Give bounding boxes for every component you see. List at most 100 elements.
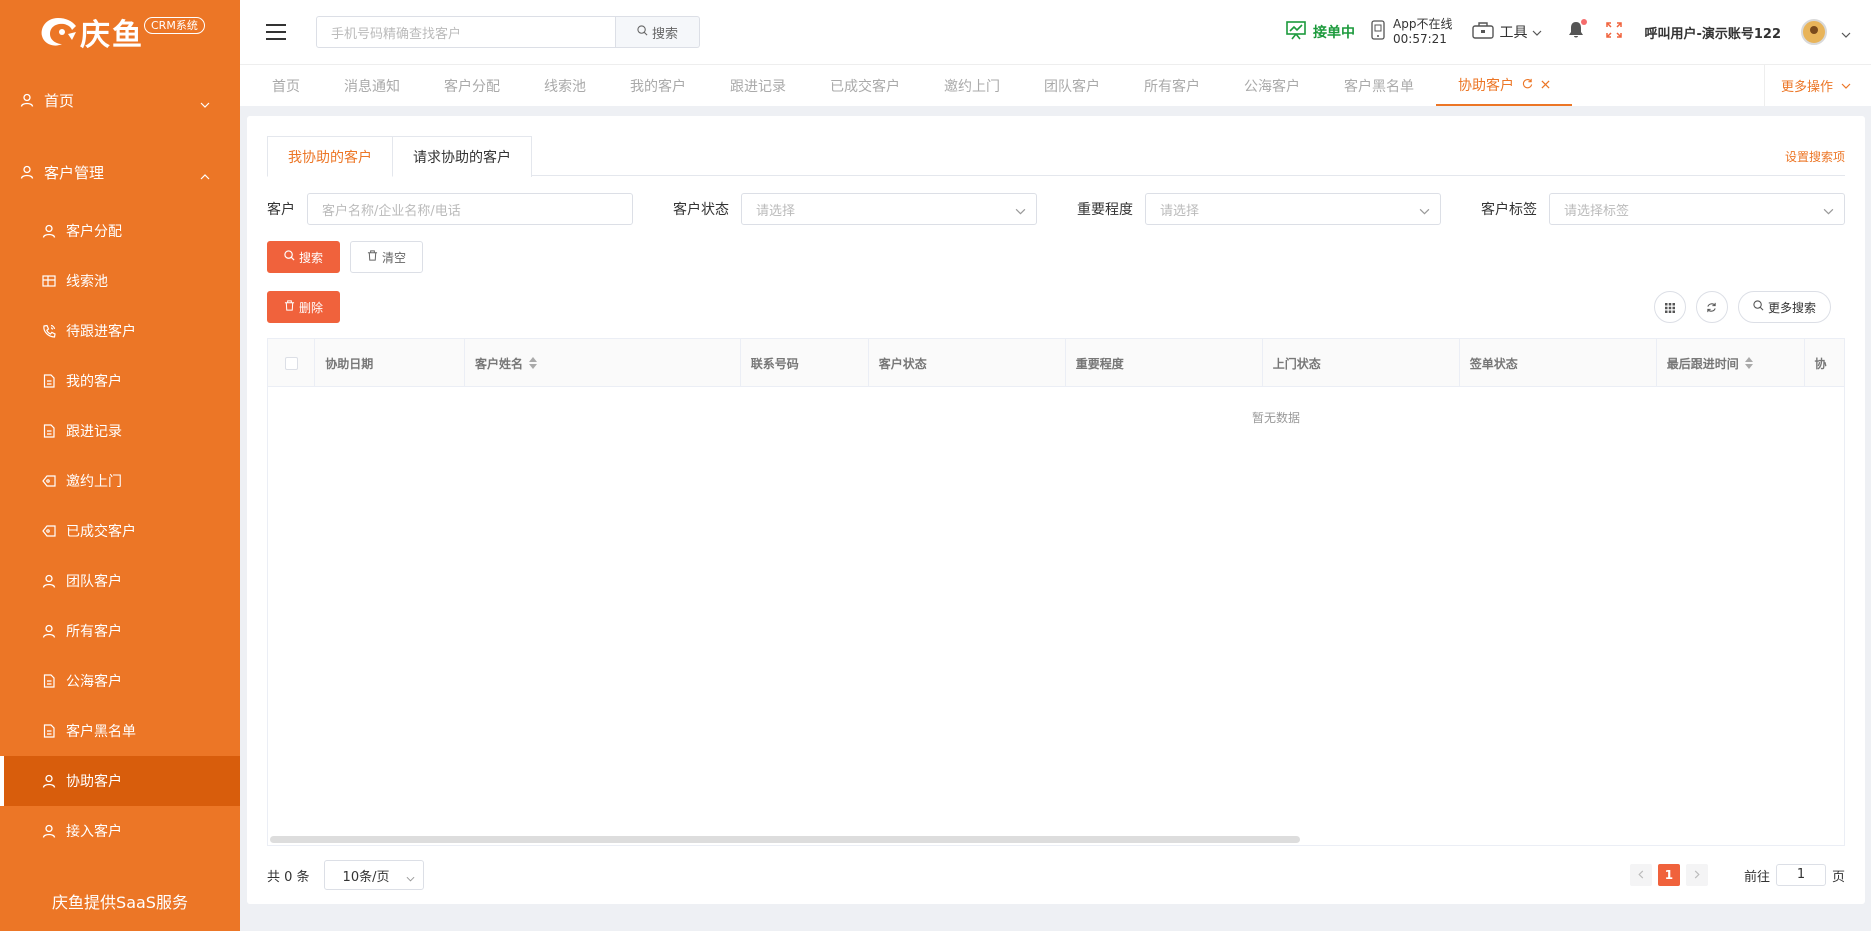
- user-name[interactable]: 呼叫用户-演示账号122: [1644, 23, 1781, 42]
- sidebar-item-5[interactable]: 邀约上门: [0, 456, 240, 506]
- sidebar-item-label: 客户分配: [66, 224, 122, 240]
- tab-10[interactable]: 公海客户: [1222, 65, 1322, 106]
- sidebar-item-label: 所有客户: [66, 624, 122, 640]
- goto-page-input[interactable]: 1: [1775, 864, 1826, 886]
- refresh-button[interactable]: [1695, 291, 1728, 323]
- tab-5[interactable]: 跟进记录: [708, 65, 808, 106]
- phone-search-button[interactable]: 搜索: [616, 16, 700, 48]
- tab-6[interactable]: 已成交客户: [808, 65, 922, 106]
- document-icon: [42, 674, 56, 688]
- tab-2[interactable]: 客户分配: [422, 65, 522, 106]
- tab-9[interactable]: 所有客户: [1122, 65, 1222, 106]
- page-number-current[interactable]: 1: [1657, 864, 1680, 886]
- sidebar-item-6[interactable]: 已成交客户: [0, 506, 240, 556]
- user-icon: [42, 224, 56, 238]
- notification-bell-icon[interactable]: [1568, 19, 1588, 43]
- menu-toggle-icon[interactable]: [266, 24, 286, 40]
- sidebar-item-4[interactable]: 跟进记录: [0, 406, 240, 456]
- col-phone: 联系号码: [741, 339, 869, 387]
- tab-3[interactable]: 线索池: [522, 65, 608, 106]
- sidebar-item-12[interactable]: 接入客户: [0, 806, 240, 856]
- sidebar-item-2[interactable]: 待跟进客户: [0, 306, 240, 356]
- search-icon: [284, 250, 295, 264]
- page-size-select[interactable]: 10条/页: [323, 860, 424, 890]
- clear-button[interactable]: 清空: [350, 241, 423, 273]
- customer-input[interactable]: 客户名称/企业名称/电话: [307, 193, 633, 225]
- status-label: 客户状态: [673, 202, 729, 218]
- tab-assist-customer[interactable]: 协助客户: [1436, 65, 1572, 106]
- sort-icon[interactable]: [1744, 357, 1753, 369]
- tools-menu[interactable]: 工具: [1472, 21, 1542, 43]
- main-card: 我协助的客户 请求协助的客户 设置搜索项 客户 客户名称/企业名称/电话 客户状…: [247, 116, 1865, 904]
- tab-1[interactable]: 消息通知: [322, 65, 422, 106]
- refresh-icon[interactable]: [1522, 77, 1533, 93]
- delete-button[interactable]: 删除: [267, 291, 340, 323]
- col-customer-name[interactable]: 客户姓名: [465, 339, 741, 387]
- select-all-checkbox[interactable]: [268, 339, 316, 387]
- tab-7[interactable]: 邀约上门: [922, 65, 1022, 106]
- col-assist-date: 协助日期: [315, 339, 465, 387]
- order-status-toggle[interactable]: 接单中: [1285, 20, 1355, 44]
- user-icon: [42, 574, 56, 588]
- sidebar-item-7[interactable]: 团队客户: [0, 556, 240, 606]
- tag-select[interactable]: 请选择标签: [1549, 193, 1845, 225]
- importance-select[interactable]: 请选择: [1145, 193, 1441, 225]
- sidebar: 庆鱼 CRM系统 首页 客户管理 客户分配线索池待跟进客户我的客户 跟进记录 邀约上…: [0, 0, 240, 931]
- search-icon: [1753, 300, 1764, 314]
- trash-icon: [367, 250, 378, 264]
- col-last-follow-time[interactable]: 最后跟进时间: [1657, 339, 1805, 387]
- tag-label: 客户标签: [1481, 202, 1537, 218]
- sidebar-item-8[interactable]: 所有客户: [0, 606, 240, 656]
- sidebar-item-0[interactable]: 客户分配: [0, 206, 240, 256]
- close-icon[interactable]: [1541, 77, 1550, 93]
- next-page-button[interactable]: [1685, 864, 1708, 886]
- trash-icon: [284, 300, 295, 314]
- sidebar-item-label: 待跟进客户: [66, 324, 136, 340]
- chevron-down-icon: [1841, 78, 1851, 93]
- chevron-down-icon[interactable]: [1841, 23, 1851, 42]
- sidebar-item-1[interactable]: 线索池: [0, 256, 240, 306]
- tab-0[interactable]: 首页: [250, 65, 322, 106]
- tab-11[interactable]: 客户黑名单: [1322, 65, 1436, 106]
- sort-icon[interactable]: [529, 357, 538, 369]
- col-sign-status: 签单状态: [1460, 339, 1657, 387]
- sidebar-item-label: 首页: [44, 91, 75, 110]
- tab-request-assist[interactable]: 请求协助的客户: [393, 136, 532, 177]
- col-importance: 重要程度: [1066, 339, 1263, 387]
- top-header: 手机号码精确查找客户 搜索 接单中 App不在线 00:57:21 工具 呼叫用户…: [240, 0, 1871, 64]
- sidebar-item-11[interactable]: 协助客户: [0, 756, 240, 806]
- customer-table: 协助日期 客户姓名 联系号码 客户状态 重要程度 上门状态 签单状态 最后跟进时…: [267, 338, 1845, 846]
- empty-state: 暂无数据: [1251, 411, 1300, 425]
- more-operations-button[interactable]: 更多操作: [1763, 65, 1871, 106]
- tab-my-assisted[interactable]: 我协助的客户: [267, 136, 393, 177]
- status-select[interactable]: 请选择: [741, 193, 1037, 225]
- sidebar-item-10[interactable]: 客户黑名单: [0, 706, 240, 756]
- column-settings-button[interactable]: [1653, 291, 1686, 323]
- phone-device-icon: [1371, 20, 1385, 44]
- sidebar-group-customer[interactable]: 客户管理: [0, 144, 240, 200]
- prev-page-button[interactable]: [1629, 864, 1652, 886]
- chevron-down-icon: [406, 871, 415, 886]
- phone-search-input[interactable]: 手机号码精确查找客户: [316, 16, 616, 48]
- table-icon: [42, 274, 56, 288]
- horizontal-scrollbar[interactable]: [270, 836, 1300, 843]
- more-search-button[interactable]: 更多搜索: [1737, 291, 1831, 323]
- logo[interactable]: 庆鱼 CRM系统: [0, 0, 240, 64]
- set-search-items-link[interactable]: 设置搜索项: [1785, 148, 1845, 165]
- tab-8[interactable]: 团队客户: [1022, 65, 1122, 106]
- sidebar-item-9[interactable]: 公海客户: [0, 656, 240, 706]
- document-icon: [42, 424, 56, 438]
- search-button[interactable]: 搜索: [267, 241, 340, 273]
- saas-footer: 庆鱼提供SaaS服务: [52, 893, 188, 912]
- avatar[interactable]: [1801, 19, 1827, 45]
- chevron-down-icon: [1015, 204, 1026, 219]
- goto-page: 前往 1 页: [1744, 864, 1845, 886]
- user-icon: [20, 165, 34, 179]
- sidebar-item-home[interactable]: 首页: [0, 72, 240, 128]
- tag-icon: [42, 474, 56, 488]
- fullscreen-icon[interactable]: [1606, 22, 1623, 42]
- sidebar-item-3[interactable]: 我的客户: [0, 356, 240, 406]
- chevron-up-icon: [200, 166, 210, 184]
- tab-4[interactable]: 我的客户: [608, 65, 708, 106]
- chart-board-icon: [1285, 20, 1307, 44]
